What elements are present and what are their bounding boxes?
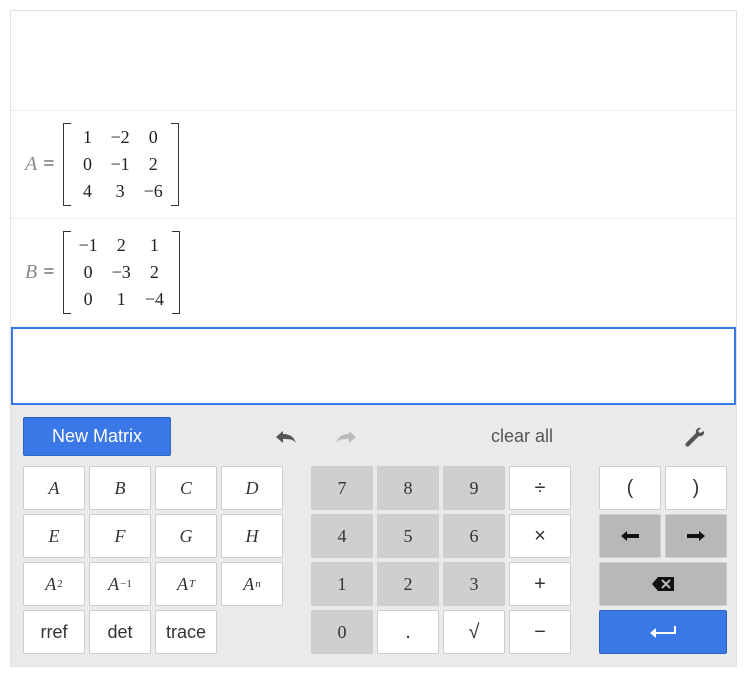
key-1[interactable]: 1 xyxy=(311,562,373,606)
key-multiply[interactable]: × xyxy=(509,514,571,558)
cell: −1 xyxy=(111,154,130,175)
bracket-left xyxy=(63,123,71,206)
key-backspace[interactable] xyxy=(599,562,727,606)
key-var-a[interactable]: A xyxy=(23,466,85,510)
key-var-b[interactable]: B xyxy=(89,466,151,510)
key-cursor-left[interactable] xyxy=(599,514,661,558)
redo-button[interactable] xyxy=(316,428,378,446)
key-3[interactable]: 3 xyxy=(443,562,505,606)
settings-button[interactable] xyxy=(666,426,724,448)
cell: 0 xyxy=(79,154,97,175)
calculator-panel: A = 1 −2 0 0 −1 2 4 3 −6 B = xyxy=(10,10,737,667)
key-lparen[interactable]: ( xyxy=(599,466,661,510)
matrix-label: B xyxy=(25,261,37,284)
display-blank-row[interactable] xyxy=(11,11,736,111)
matrix-definition-b[interactable]: B = −1 2 1 0 −3 2 0 1 −4 xyxy=(11,219,736,327)
key-inverse[interactable]: A−1 xyxy=(89,562,151,606)
display-area: A = 1 −2 0 0 −1 2 4 3 −6 B = xyxy=(11,11,736,405)
key-divide[interactable]: ÷ xyxy=(509,466,571,510)
cell: 1 xyxy=(79,127,97,148)
key-8[interactable]: 8 xyxy=(377,466,439,510)
cell: 2 xyxy=(145,262,164,283)
cell: −3 xyxy=(112,262,131,283)
bracket-right xyxy=(171,123,179,206)
keypad-toolbar: New Matrix clear all xyxy=(23,413,724,466)
key-var-d[interactable]: D xyxy=(221,466,283,510)
cell: 1 xyxy=(112,289,131,310)
redo-icon xyxy=(334,428,360,446)
key-det[interactable]: det xyxy=(89,610,151,654)
matrix-label: A xyxy=(25,153,37,176)
key-var-c[interactable]: C xyxy=(155,466,217,510)
matrix-display: 1 −2 0 0 −1 2 4 3 −6 xyxy=(63,123,179,206)
key-4[interactable]: 4 xyxy=(311,514,373,558)
cell: 2 xyxy=(144,154,163,175)
enter-icon xyxy=(648,625,678,639)
cell: −1 xyxy=(79,235,98,256)
key-cursor-right[interactable] xyxy=(665,514,727,558)
input-row-active[interactable] xyxy=(11,327,736,405)
misc-keys: ( ) xyxy=(599,466,727,654)
keypad: New Matrix clear all A B C D E F xyxy=(11,405,736,666)
key-trace[interactable]: trace xyxy=(155,610,217,654)
variable-keys: A B C D E F G H A2 A−1 AT An rref det tr… xyxy=(23,466,283,654)
key-add[interactable]: + xyxy=(509,562,571,606)
key-power-2[interactable]: A2 xyxy=(23,562,85,606)
bracket-right xyxy=(172,231,180,314)
key-var-h[interactable]: H xyxy=(221,514,283,558)
cell: 1 xyxy=(145,235,164,256)
cell: 0 xyxy=(144,127,163,148)
key-power-n[interactable]: An xyxy=(221,562,283,606)
arrow-left-icon xyxy=(619,530,641,542)
key-rows: A B C D E F G H A2 A−1 AT An rref det tr… xyxy=(23,466,724,654)
cell: 4 xyxy=(79,181,97,202)
key-decimal[interactable]: . xyxy=(377,610,439,654)
matrix-grid: −1 2 1 0 −3 2 0 1 −4 xyxy=(71,231,172,314)
cell: −2 xyxy=(111,127,130,148)
key-var-e[interactable]: E xyxy=(23,514,85,558)
backspace-icon xyxy=(650,576,676,592)
cell: 3 xyxy=(111,181,130,202)
matrix-definition-a[interactable]: A = 1 −2 0 0 −1 2 4 3 −6 xyxy=(11,111,736,219)
number-keys: 7 8 9 ÷ 4 5 6 × 1 2 3 + 0 . √ − xyxy=(311,466,571,654)
key-var-f[interactable]: F xyxy=(89,514,151,558)
cell: −4 xyxy=(145,289,164,310)
key-6[interactable]: 6 xyxy=(443,514,505,558)
equals-sign: = xyxy=(43,261,54,284)
key-enter[interactable] xyxy=(599,610,727,654)
arrow-right-icon xyxy=(685,530,707,542)
cell: 0 xyxy=(79,262,98,283)
key-transpose[interactable]: AT xyxy=(155,562,217,606)
cell: 0 xyxy=(79,289,98,310)
key-2[interactable]: 2 xyxy=(377,562,439,606)
key-7[interactable]: 7 xyxy=(311,466,373,510)
cell: −6 xyxy=(144,181,163,202)
key-9[interactable]: 9 xyxy=(443,466,505,510)
equals-sign: = xyxy=(43,153,54,176)
matrix-display: −1 2 1 0 −3 2 0 1 −4 xyxy=(63,231,180,314)
wrench-icon xyxy=(684,426,706,448)
undo-icon xyxy=(272,428,298,446)
key-0[interactable]: 0 xyxy=(311,610,373,654)
undo-button[interactable] xyxy=(254,428,316,446)
bracket-left xyxy=(63,231,71,314)
key-subtract[interactable]: − xyxy=(509,610,571,654)
clear-all-button[interactable]: clear all xyxy=(461,426,583,447)
cell: 2 xyxy=(112,235,131,256)
key-rparen[interactable]: ) xyxy=(665,466,727,510)
key-sqrt[interactable]: √ xyxy=(443,610,505,654)
key-rref[interactable]: rref xyxy=(23,610,85,654)
matrix-grid: 1 −2 0 0 −1 2 4 3 −6 xyxy=(71,123,171,206)
key-var-g[interactable]: G xyxy=(155,514,217,558)
new-matrix-button[interactable]: New Matrix xyxy=(23,417,171,456)
key-empty xyxy=(221,610,283,654)
key-5[interactable]: 5 xyxy=(377,514,439,558)
